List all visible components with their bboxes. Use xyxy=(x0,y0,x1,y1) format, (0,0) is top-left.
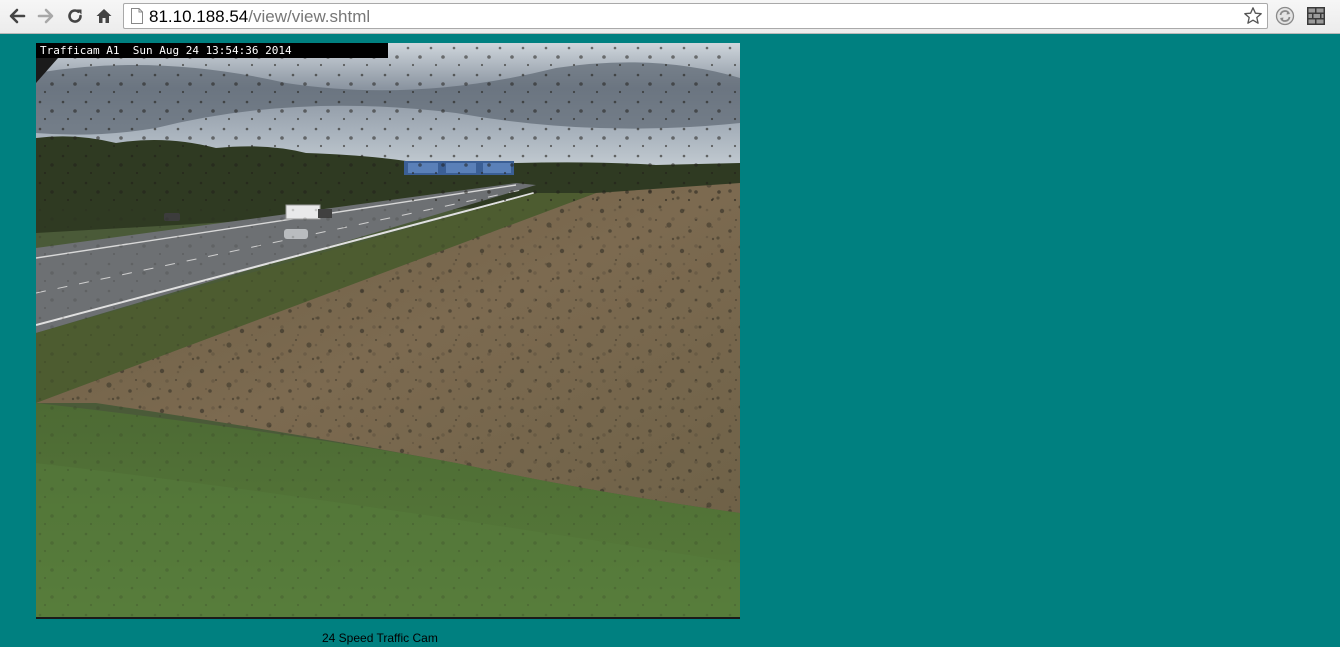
url-host: 81.10.188.54 xyxy=(149,7,249,26)
sync-circle-icon[interactable] xyxy=(1275,6,1295,26)
camera-frame-border xyxy=(36,617,740,619)
page-icon xyxy=(131,8,143,24)
home-button[interactable] xyxy=(93,5,115,27)
browser-toolbar: 81.10.188.54/view/view.shtml xyxy=(0,0,1340,34)
url-path: /view/view.shtml xyxy=(248,7,371,26)
forward-button[interactable] xyxy=(35,5,57,27)
arrow-left-icon xyxy=(9,8,26,24)
arrow-right-icon xyxy=(37,8,54,24)
brick-wall-icon[interactable] xyxy=(1306,6,1326,26)
back-button[interactable] xyxy=(6,5,28,27)
camera-timestamp-overlay: Trafficam A1 Sun Aug 24 13:54:36 2014 xyxy=(36,43,388,58)
star-icon[interactable] xyxy=(1243,6,1263,26)
url-text[interactable]: 81.10.188.54/view/view.shtml xyxy=(149,7,370,26)
camera-caption: 24 Speed Traffic Cam xyxy=(322,631,438,645)
reload-icon xyxy=(68,9,82,23)
address-bar[interactable]: 81.10.188.54/view/view.shtml xyxy=(123,3,1268,29)
camera-scene xyxy=(36,43,740,619)
home-icon xyxy=(96,9,112,23)
traffic-camera-image: Trafficam A1 Sun Aug 24 13:54:36 2014 xyxy=(36,43,740,619)
reload-button[interactable] xyxy=(64,5,86,27)
